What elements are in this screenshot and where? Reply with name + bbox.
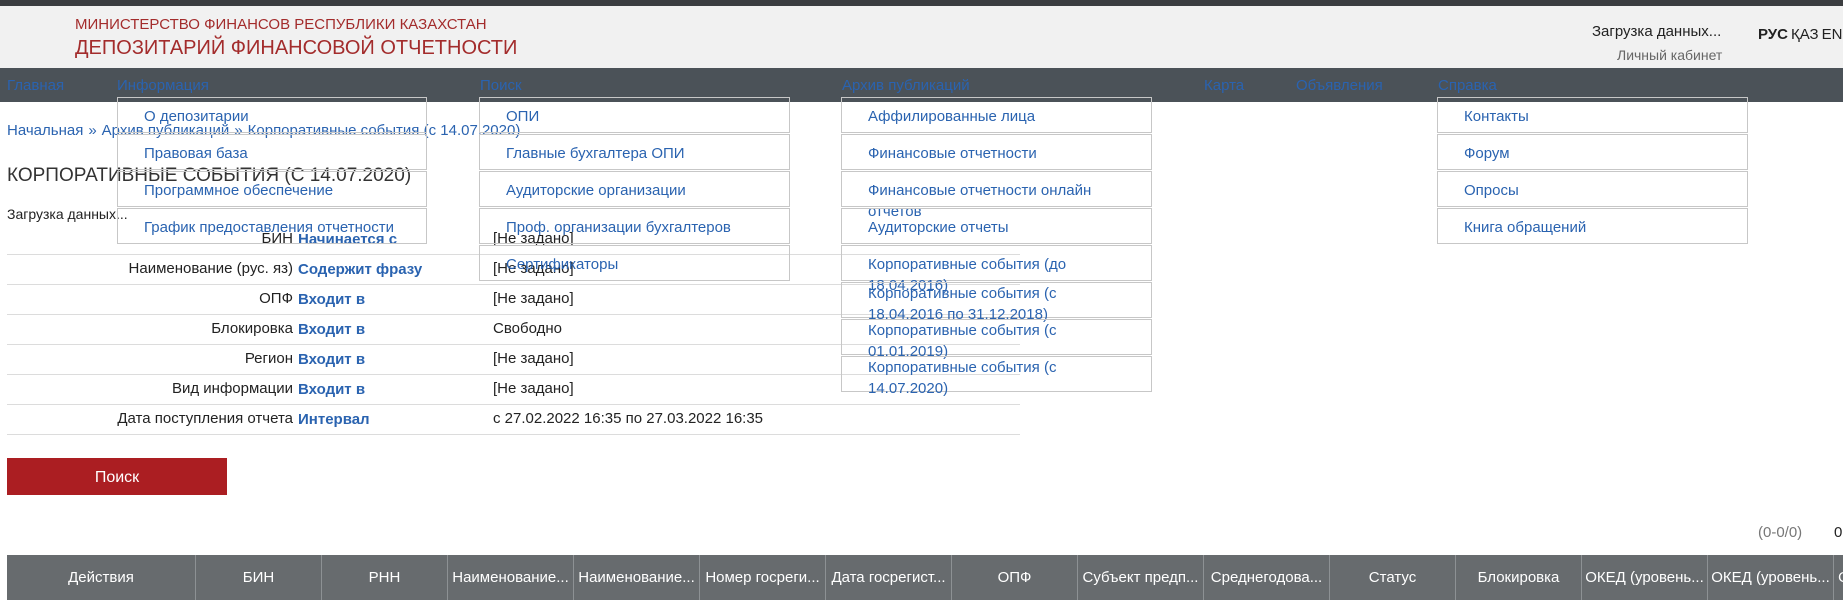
column-header-more[interactable]: О [1834,555,1843,600]
column-header-reg-date[interactable]: Дата госрегист... [826,555,952,600]
menu-item-software[interactable]: Программное обеспечение [117,171,427,207]
menu-item-label: Аффилированные лица [868,108,1036,125]
page-loading-text: Загрузка данных... [7,206,128,222]
lang-eng[interactable]: ENG [1822,26,1843,43]
menu-item-certifiers[interactable]: Сертификаторы [479,245,790,281]
menu-item-label: Корпоративные события (с 14.07.2020) [868,359,1057,397]
column-header-rnn[interactable]: РНН [322,555,448,600]
site-header: МИНИСТЕРСТВО ФИНАНСОВ РЕСПУБЛИКИ КАЗАХСТ… [0,6,1843,68]
language-switcher: РУСҚАЗENG [1758,26,1843,43]
header-loading-text: Загрузка данных... [1592,23,1722,40]
menu-item-label: Финансовые отчетности [868,145,1037,162]
nav-announcements[interactable]: Объявления [1296,77,1383,94]
filter-value[interactable]: [Не задано] [493,290,574,307]
filter-operator[interactable]: Входит в [298,381,365,398]
menu-item-legal[interactable]: Правовая база [117,134,427,170]
menu-item-label: Форум [1464,145,1510,162]
nav-search[interactable]: Поиск [480,77,522,94]
column-header-name-ru[interactable]: Наименование... [448,555,574,600]
filter-label: Наименование (рус. яз) [128,260,293,277]
pager-count: 0 [1834,524,1843,541]
column-header-reg-number[interactable]: Номер госреги... [700,555,826,600]
menu-item-appeals-book[interactable]: Книга обращений [1437,208,1748,244]
nav-home[interactable]: Главная [7,77,64,94]
pager-range: (0-0/0) [1758,524,1803,541]
filter-value[interactable]: [Не задано] [493,380,574,397]
menu-item-chief-accountants[interactable]: Главные бухгалтера ОПИ [479,134,790,170]
menu-item-corp-events-2016[interactable]: Корпоративные события (до 18.04.2016) [841,245,1152,294]
menu-item-fin-reports[interactable]: Финансовые отчетности [841,134,1152,170]
column-header-actions[interactable]: Действия [7,555,196,600]
filter-operator[interactable]: Интервал [298,411,370,428]
filter-label: Вид информации [172,380,293,397]
filter-label: Регион [244,350,293,367]
nav-help[interactable]: Справка [1438,77,1497,94]
nav-information[interactable]: Информация [117,77,209,94]
menu-item-opi[interactable]: ОПИ [479,97,790,133]
filter-operator[interactable]: Входит в [298,321,365,338]
menu-item-forum[interactable]: Форум [1437,134,1748,170]
menu-item-polls[interactable]: Опросы [1437,171,1748,207]
menu-item-prof-orgs[interactable]: Проф. организации бухгалтеров [479,208,790,244]
search-button[interactable]: Поиск [7,458,227,495]
column-header-status[interactable]: Статус [1330,555,1456,600]
nav-map[interactable]: Карта [1204,77,1244,94]
filter-value[interactable]: с 27.02.2022 16:35 по 27.03.2022 16:35 [493,410,763,427]
menu-item-label: График предоставления отчетности [144,219,394,236]
menu-item-label: Главные бухгалтера ОПИ [506,145,685,162]
menu-item-about[interactable]: О депозитарии [117,97,427,133]
menu-item-corp-events-2019[interactable]: Корпоративные события (с 01.01.2019) [841,319,1152,360]
menu-item-corp-events-2018[interactable]: Корпоративные события (с 18.04.2016 по 3… [841,282,1152,323]
filter-operator[interactable]: Входит в [298,351,365,368]
nav-archive[interactable]: Архив публикаций [842,77,970,94]
menu-item-audit-orgs[interactable]: Аудиторские организации [479,171,790,207]
filter-operator[interactable]: Входит в [298,291,365,308]
menu-item-label: Аудиторские организации [506,182,686,199]
column-header-avg-annual[interactable]: Среднегодова... [1204,555,1330,600]
site-title[interactable]: ДЕПОЗИТАРИЙ ФИНАНСОВОЙ ОТЧЕТНОСТИ [75,37,517,60]
menu-item-label: ОПИ [506,108,540,125]
column-header-bin[interactable]: БИН [196,555,322,600]
menu-item-label: Контакты [1464,108,1529,125]
column-header-opf[interactable]: ОПФ [952,555,1078,600]
filter-label: ОПФ [259,290,293,307]
menu-item-schedule[interactable]: График предоставления отчетности [117,208,427,244]
menu-item-audit-reports[interactable]: Аудиторские отчеты [841,208,1152,244]
breadcrumb-separator: » [88,122,97,139]
results-table-header: Действия БИН РНН Наименование... Наимено… [7,555,1843,600]
menu-item-label: Программное обеспечение [144,182,334,199]
menu-item-label: Сертификаторы [506,256,619,273]
column-header-oked-2[interactable]: ОКЕД (уровень... [1708,555,1834,600]
menu-item-affiliates[interactable]: Аффилированные лица [841,97,1152,133]
menu-item-label: О депозитарии [144,108,249,125]
menu-item-label: Опросы [1464,182,1519,199]
menu-item-corp-events-2020[interactable]: Корпоративные события (с 14.07.2020) [841,356,1152,397]
menu-item-label: Аудиторские отчеты [868,219,1009,236]
column-header-block[interactable]: Блокировка [1456,555,1582,600]
filter-operator[interactable]: Содержит фразу [298,261,422,278]
filter-label: Дата поступления отчета [117,410,293,427]
breadcrumb-home[interactable]: Начальная [7,122,83,139]
filter-row-date: Дата поступления отчета Интервал с 27.02… [7,405,1020,435]
ministry-name: МИНИСТЕРСТВО ФИНАНСОВ РЕСПУБЛИКИ КАЗАХСТ… [75,16,487,33]
menu-item-label: Проф. организации бухгалтеров [506,219,731,236]
column-header-business-subject[interactable]: Субъект предп... [1078,555,1204,600]
personal-cabinet-link[interactable]: Личный кабинет [1617,47,1722,63]
column-header-oked-1[interactable]: ОКЕД (уровень... [1582,555,1708,600]
menu-item-contacts[interactable]: Контакты [1437,97,1748,133]
lang-rus[interactable]: РУС [1758,26,1788,43]
menu-item-label: Книга обращений [1464,219,1587,236]
lang-kaz[interactable]: ҚАЗ [1791,26,1819,43]
menu-item-label: Правовая база [144,145,248,162]
filter-label: Блокировка [211,320,293,337]
column-header-name-kz[interactable]: Наименование... [574,555,700,600]
menu-item-fin-reports-online[interactable]: Финансовые отчетности онлайн отчетов [841,171,1152,220]
filter-value[interactable]: [Не задано] [493,350,574,367]
filter-value[interactable]: Свободно [493,320,562,337]
